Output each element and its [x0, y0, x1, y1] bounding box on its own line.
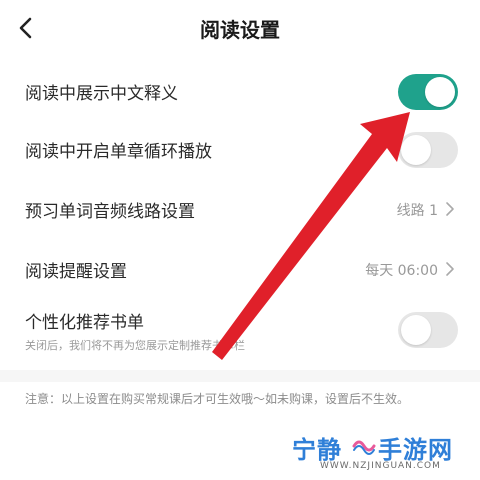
toggle-single-chapter-loop[interactable]: [398, 132, 458, 168]
setting-value: 线路 1: [396, 203, 438, 219]
setting-label: 个性化推荐书单: [25, 313, 144, 333]
watermark-text-right: 手游网: [378, 436, 453, 464]
setting-label: 阅读中开启单章循环播放: [25, 142, 212, 162]
setting-personalized-booklist: 个性化推荐书单 关闭后，我们将不再为您展示定制推荐书单栏: [0, 300, 480, 364]
toggle-show-chinese-definition[interactable]: [398, 74, 458, 110]
setting-reading-reminder[interactable]: 阅读提醒设置 每天 06:00: [0, 238, 480, 294]
toggle-knob: [425, 77, 455, 107]
setting-value: 每天 06:00: [365, 263, 438, 279]
section-divider: [0, 370, 480, 382]
watermark-text-left: 宁静: [292, 436, 342, 464]
toggle-knob: [401, 135, 431, 165]
setting-show-chinese-definition: 阅读中展示中文释义: [0, 64, 480, 120]
watermark-url: WWW.NZJINGUAN.COM: [320, 461, 441, 471]
setting-label: 预习单词音频线路设置: [25, 202, 195, 222]
setting-audio-route[interactable]: 预习单词音频线路设置 线路 1: [0, 180, 480, 236]
notice-text: 注意：以上设置在购买常规课后才可生效哦～如未购课，设置后不生效。: [25, 392, 410, 406]
page-title: 阅读设置: [200, 18, 280, 42]
setting-label: 阅读中展示中文释义: [25, 84, 178, 104]
toggle-personalized-booklist[interactable]: [398, 312, 458, 348]
setting-label: 阅读提醒设置: [25, 262, 127, 282]
setting-description: 关闭后，我们将不再为您展示定制推荐书单栏: [25, 339, 245, 352]
header: 阅读设置: [0, 0, 480, 56]
watermark: 宁静 手游网 WWW.NZJINGUAN.COM: [278, 428, 458, 476]
chevron-right-icon: [446, 262, 454, 276]
chevron-right-icon: [446, 202, 454, 216]
watermark-logo-icon: [352, 440, 376, 455]
toggle-knob: [401, 315, 431, 345]
setting-single-chapter-loop: 阅读中开启单章循环播放: [0, 122, 480, 178]
